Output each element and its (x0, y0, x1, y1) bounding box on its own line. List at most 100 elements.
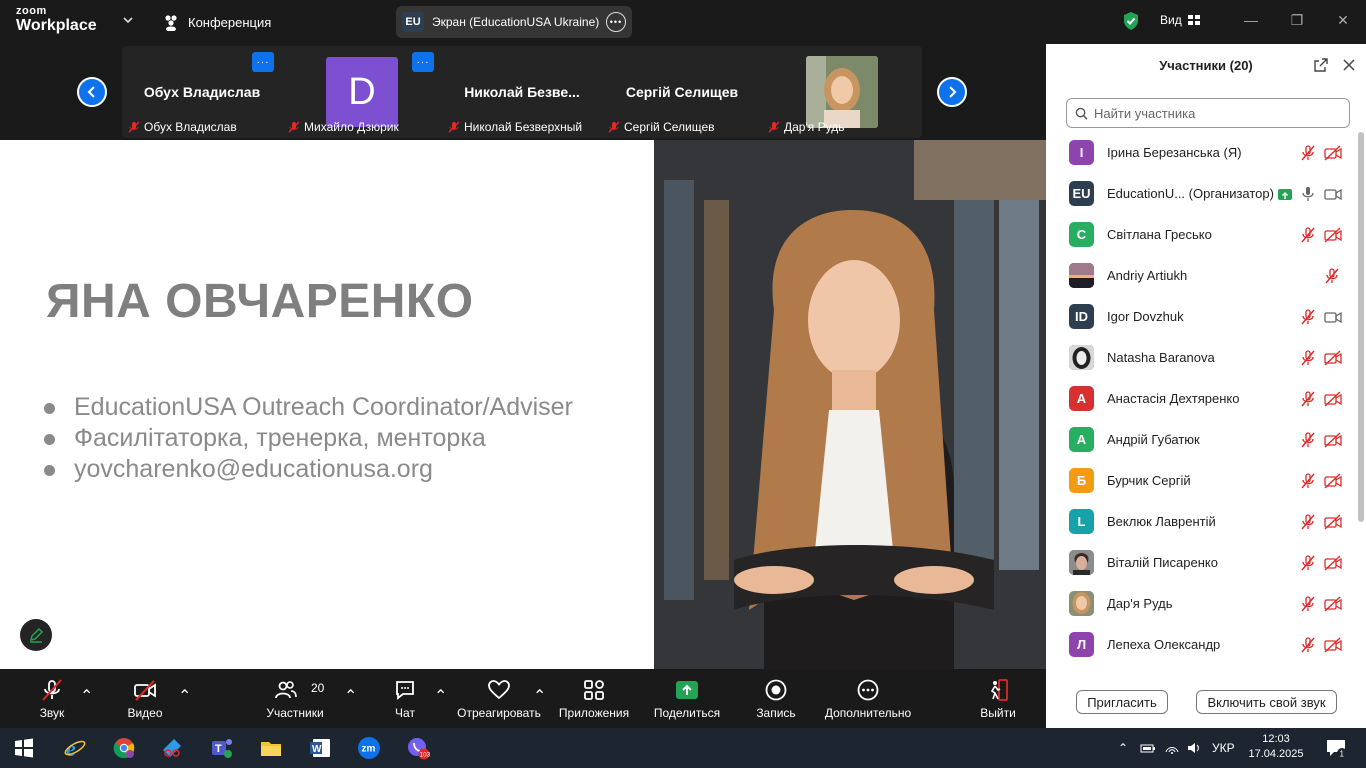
mic-muted-icon[interactable] (1300, 472, 1316, 489)
audio-button[interactable]: Звук (30, 669, 74, 728)
camera-off-icon[interactable] (1324, 554, 1342, 571)
internet-explorer-icon[interactable]: e (61, 734, 89, 762)
zoom-app-icon[interactable]: zm (355, 734, 383, 762)
camera-off-icon[interactable] (1324, 144, 1342, 161)
chevron-down-icon[interactable] (122, 14, 134, 26)
viber-icon[interactable]: 103 (404, 734, 432, 762)
maximize-icon[interactable]: ❐ (1274, 0, 1320, 40)
camera-off-icon[interactable] (1324, 513, 1342, 530)
mic-muted-icon[interactable] (1324, 267, 1340, 284)
zoom-workplace-logo[interactable]: zoom Workplace (16, 6, 97, 34)
video-tile[interactable]: Сергій Селищев Сергій Селищев (602, 46, 762, 138)
participant-row[interactable]: А Андрій Губатюк (1046, 419, 1356, 460)
leave-button[interactable]: Выйти (974, 669, 1022, 728)
scrollbar[interactable] (1358, 132, 1364, 672)
invite-button[interactable]: Пригласить (1076, 690, 1168, 714)
mic-muted-icon[interactable] (1300, 513, 1316, 530)
meeting-info-button[interactable]: Конференция (162, 13, 271, 31)
participant-row[interactable]: Віталій Писаренко (1046, 542, 1356, 583)
slide-bullets: EducationUSA Outreach Coordinator/Advise… (44, 392, 573, 485)
video-tile[interactable]: Дар'я Рудь (762, 46, 922, 138)
participant-row[interactable]: Natasha Baranova (1046, 337, 1356, 378)
tile-caption: Михайло Дзюрик (288, 120, 399, 134)
next-page-button[interactable] (937, 77, 967, 107)
video-button[interactable]: Видео (123, 669, 167, 728)
tile-options-icon[interactable]: ··· (252, 52, 274, 72)
close-icon[interactable] (1342, 58, 1356, 72)
scrollbar-thumb[interactable] (1358, 132, 1364, 522)
camera-off-icon[interactable] (1324, 390, 1342, 407)
video-options-chevron[interactable]: ⌃ (178, 686, 191, 706)
chat-options-chevron[interactable]: ⌃ (434, 686, 447, 706)
wifi-icon[interactable] (1164, 740, 1180, 756)
close-icon[interactable]: ✕ (1320, 0, 1366, 40)
speaker-photo (654, 140, 1046, 669)
participant-row[interactable]: EU EducationU... (Организатор) (1046, 173, 1356, 214)
participant-row[interactable]: А Анастасія Дехтяренко (1046, 378, 1356, 419)
camera-off-icon[interactable] (1324, 349, 1342, 366)
mic-muted-icon[interactable] (1300, 636, 1316, 653)
video-tile[interactable]: Николай Безве... Николай Безверхный (442, 46, 602, 138)
battery-icon[interactable] (1140, 740, 1156, 756)
participant-row[interactable]: І Ірина Березанська (Я) (1046, 132, 1356, 173)
tile-options-icon[interactable]: ··· (412, 52, 434, 72)
camera-off-icon[interactable] (1324, 636, 1342, 653)
teams-icon[interactable]: T (208, 734, 236, 762)
chevron-up-icon[interactable]: ⌃ (1118, 741, 1134, 755)
mic-muted-icon[interactable] (1300, 144, 1316, 161)
mic-muted-icon[interactable] (1300, 308, 1316, 325)
participants-options-chevron[interactable]: ⌃ (344, 686, 357, 706)
camera-icon[interactable] (1324, 186, 1342, 202)
bullet-item: EducationUSA Outreach Coordinator/Advise… (44, 392, 573, 423)
camera-icon[interactable] (1324, 309, 1342, 325)
mic-icon[interactable] (1300, 186, 1316, 202)
mic-muted-icon[interactable] (1300, 226, 1316, 243)
participant-row[interactable]: L Веклюк Лаврентій (1046, 501, 1356, 542)
mic-muted-icon[interactable] (1300, 554, 1316, 571)
react-button[interactable]: Отреагировать (454, 669, 544, 728)
mic-muted-icon[interactable] (1300, 349, 1316, 366)
audio-options-chevron[interactable]: ⌃ (80, 686, 93, 706)
pop-out-icon[interactable] (1314, 58, 1328, 72)
react-options-chevron[interactable]: ⌃ (533, 686, 546, 706)
record-button[interactable]: Запись (752, 669, 800, 728)
camera-off-icon[interactable] (1324, 472, 1342, 489)
view-button[interactable]: Вид (1160, 13, 1200, 27)
minimize-icon[interactable]: — (1228, 0, 1274, 40)
chrome-icon[interactable] (110, 734, 138, 762)
more-options-icon[interactable]: ••• (606, 12, 626, 32)
notifications-icon[interactable]: 1 (1322, 734, 1350, 762)
participant-row[interactable]: Л Лепеха Олександр (1046, 624, 1356, 665)
windows-start-icon[interactable] (10, 734, 38, 762)
camera-off-icon[interactable] (1324, 431, 1342, 448)
word-icon[interactable]: W (306, 734, 334, 762)
security-shield-icon[interactable] (1122, 11, 1140, 31)
volume-icon[interactable] (1186, 740, 1202, 756)
screen-share-indicator[interactable]: EU Экран (EducationUSA Ukraine) ••• (396, 6, 632, 38)
participant-row[interactable]: Б Бурчик Сергій (1046, 460, 1356, 501)
video-tile[interactable]: D ··· Михайло Дзюрик (282, 46, 442, 138)
mic-muted-icon[interactable] (1300, 431, 1316, 448)
camera-off-icon[interactable] (1324, 226, 1342, 243)
more-button[interactable]: Дополнительно (820, 669, 916, 728)
camera-off-icon[interactable] (1324, 595, 1342, 612)
mic-muted-icon[interactable] (1300, 390, 1316, 407)
search-input[interactable] (1094, 105, 1334, 121)
system-clock[interactable]: 12:03 17.04.2025 (1248, 732, 1304, 762)
participant-row[interactable]: ID Igor Dovzhuk (1046, 296, 1356, 337)
participant-row[interactable]: Дар'я Рудь (1046, 583, 1356, 624)
participant-row[interactable]: С Світлана Гресько (1046, 214, 1356, 255)
snipping-tool-icon[interactable] (158, 734, 186, 762)
participants-button[interactable]: Участники (262, 669, 328, 728)
previous-page-button[interactable] (77, 77, 107, 107)
mic-muted-icon[interactable] (1300, 595, 1316, 612)
file-explorer-icon[interactable] (257, 734, 285, 762)
participant-row[interactable]: Andriy Artiukh (1046, 255, 1356, 296)
apps-button[interactable]: Приложения (555, 669, 633, 728)
unmute-self-button[interactable]: Включить свой звук (1196, 690, 1337, 714)
chat-button[interactable]: Чат (385, 669, 425, 728)
input-language[interactable]: УКР (1212, 741, 1235, 755)
annotate-button[interactable] (20, 619, 52, 651)
video-tile[interactable]: Обух Владислав ··· Обух Владислав (122, 46, 282, 138)
share-button[interactable]: Поделиться (650, 669, 724, 728)
